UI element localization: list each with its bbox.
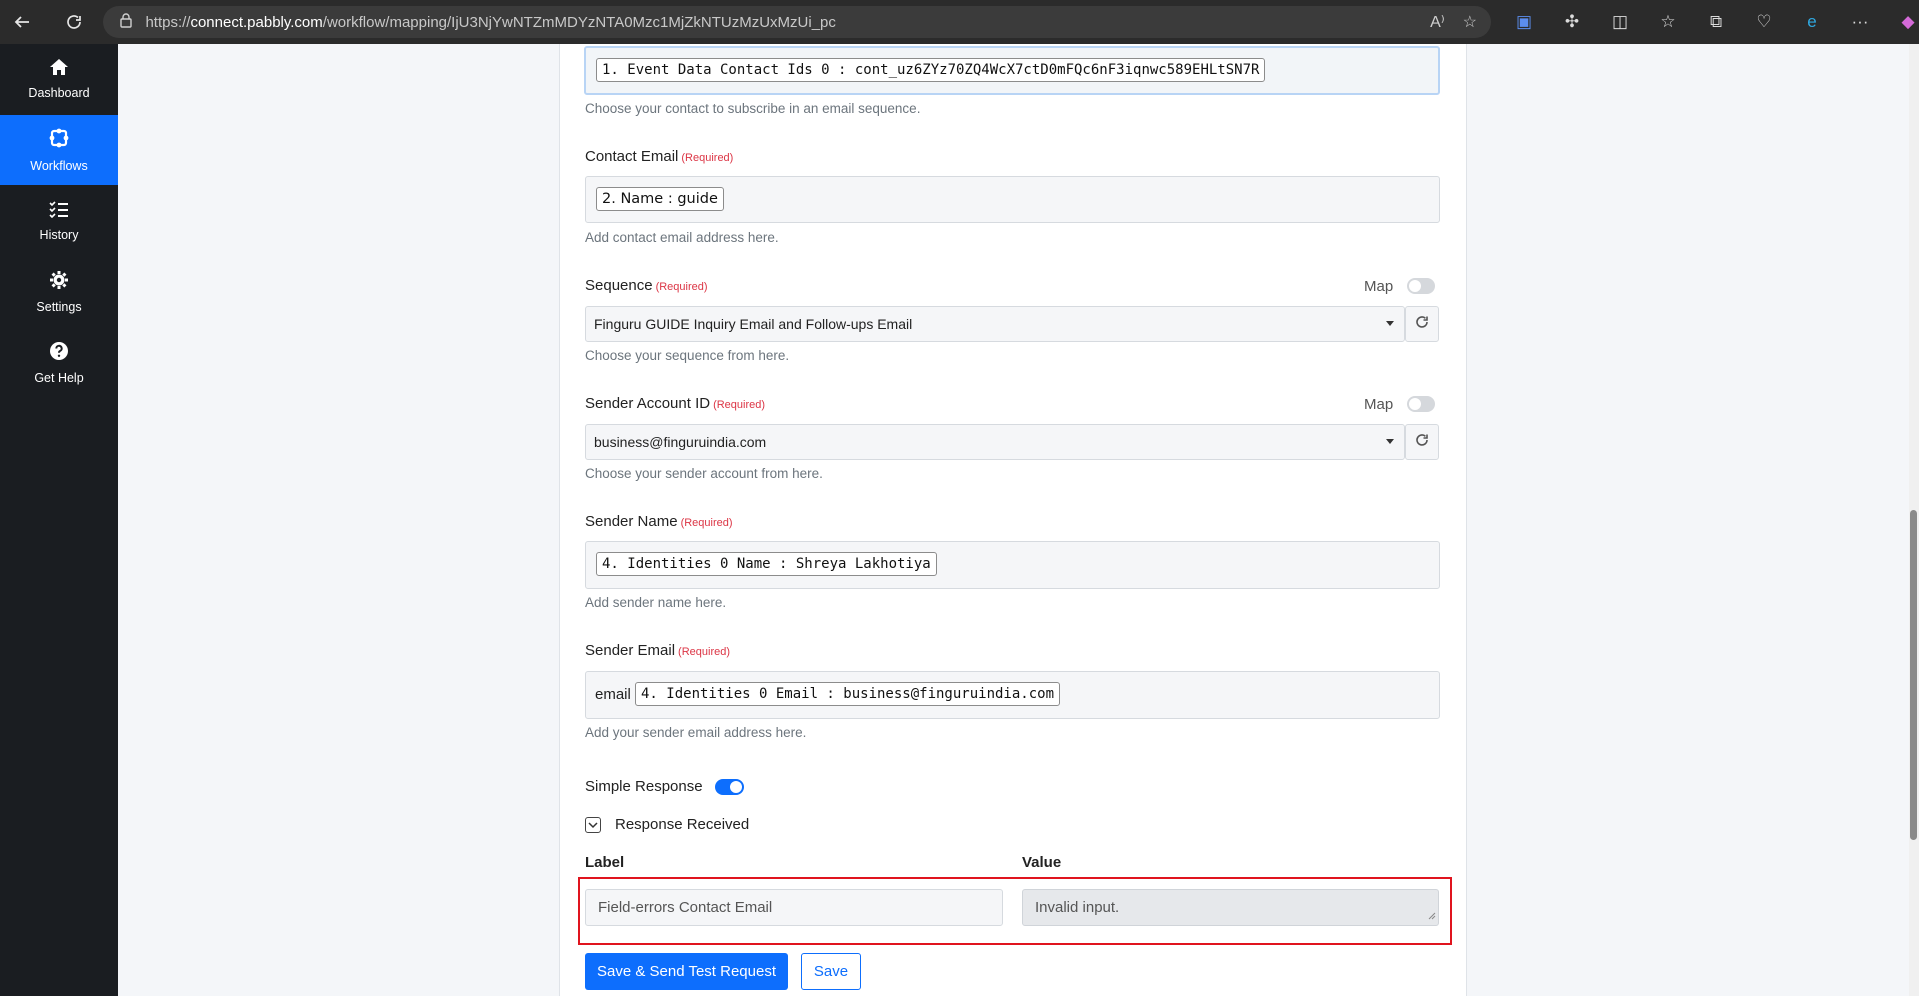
sidebar-item-dashboard[interactable]: Dashboard — [0, 44, 118, 114]
browser-toolbar: https://connect.pabbly.com/workflow/mapp… — [0, 0, 1919, 44]
simple-response-toggle[interactable] — [715, 779, 744, 795]
contact-email-label: Contact Email (Required) — [585, 148, 733, 165]
sender-account-select[interactable]: business@finguruindia.com — [585, 424, 1405, 460]
sequence-map-label: Map — [1364, 278, 1394, 295]
workflow-icon — [48, 127, 70, 153]
sender-name-mapped-chip[interactable]: 4. Identities 0 Name : Shreya Lakhotiya — [596, 552, 937, 576]
scrollbar-thumb[interactable] — [1910, 510, 1917, 840]
edge-extension-icon[interactable]: e — [1801, 11, 1823, 33]
sender-account-map-label: Map — [1364, 396, 1394, 413]
address-bar[interactable]: https://connect.pabbly.com/workflow/mapp… — [103, 6, 1492, 38]
sender-account-refresh-button[interactable] — [1405, 424, 1439, 460]
sidebar: Dashboard Workflows History Settings Get… — [0, 44, 118, 996]
help-icon — [49, 341, 69, 365]
sidebar-item-workflows[interactable]: Workflows — [0, 115, 118, 185]
extensions-puzzle-icon[interactable]: ✣ — [1561, 11, 1583, 33]
sequence-refresh-button[interactable] — [1405, 306, 1439, 342]
response-label-field[interactable]: Field-errors Contact Email — [585, 889, 1003, 926]
sender-email-prefix-text: email — [595, 686, 631, 703]
save-button-label: Save — [813, 963, 849, 980]
sender-email-mapped-chip[interactable]: 4. Identities 0 Email : business@finguru… — [635, 682, 1061, 706]
sender-email-label: Sender Email (Required) — [585, 642, 730, 659]
collections-icon[interactable]: ⧉ — [1705, 11, 1727, 33]
sequence-label: Sequence (Required) — [585, 277, 708, 294]
contact-id-help: Choose your contact to subscribe in an e… — [585, 101, 921, 116]
refresh-icon — [1415, 315, 1429, 334]
simple-response-label: Simple Response — [585, 778, 703, 795]
copilot-icon[interactable]: ◆ — [1897, 11, 1919, 33]
sequence-select[interactable]: Finguru GUIDE Inquiry Email and Follow-u… — [585, 306, 1405, 342]
chevron-down-icon — [1386, 439, 1394, 444]
sender-email-label-text: Sender Email — [585, 642, 676, 659]
history-icon — [49, 200, 69, 222]
sidebar-item-label: History — [39, 228, 79, 242]
required-marker: (Required) — [681, 152, 734, 164]
response-value-text: Invalid input. — [1035, 899, 1120, 916]
response-label-header: Label — [585, 854, 625, 871]
sender-account-map-toggle[interactable] — [1407, 396, 1435, 412]
lock-icon[interactable] — [119, 12, 133, 32]
save-and-send-test-request-button[interactable]: Save & Send Test Request — [585, 953, 788, 990]
browser-essentials-icon[interactable]: ♡ — [1753, 11, 1775, 33]
sidebar-item-get-help[interactable]: Get Help — [0, 328, 118, 398]
sidebar-item-settings[interactable]: Settings — [0, 257, 118, 327]
url-path: /workflow/mapping/IjU3NjYwNTZmMDYzNTA0Mz… — [322, 13, 836, 31]
back-arrow-icon[interactable] — [6, 6, 38, 38]
split-screen-icon[interactable]: ◫ — [1609, 11, 1631, 33]
contact-id-mapped-chip[interactable]: 1. Event Data Contact Ids 0 : cont_uz6ZY… — [596, 58, 1266, 82]
sidebar-item-label: Get Help — [34, 371, 84, 385]
sender-name-label-text: Sender Name — [585, 513, 678, 530]
contact-email-mapped-chip[interactable]: 2. Name : guide — [596, 187, 724, 211]
favorite-star-icon[interactable]: ☆ — [1463, 12, 1477, 32]
sender-name-label: Sender Name (Required) — [585, 513, 733, 530]
response-value-header: Value — [1022, 854, 1062, 871]
sender-name-help: Add sender name here. — [585, 595, 727, 610]
required-marker: (Required) — [678, 646, 731, 658]
sender-account-label-text: Sender Account ID — [585, 395, 711, 412]
sequence-help: Choose your sequence from here. — [585, 348, 790, 363]
favorites-list-icon[interactable]: ☆ — [1657, 11, 1679, 33]
url-host: connect.pabbly.com — [190, 13, 323, 31]
sidebar-item-label: Settings — [36, 300, 82, 314]
translate-extension-icon[interactable]: ▣ — [1513, 11, 1535, 33]
contact-email-help: Add contact email address here. — [585, 230, 779, 245]
response-received-label: Response Received — [615, 816, 750, 833]
sequence-selected-value: Finguru GUIDE Inquiry Email and Follow-u… — [594, 316, 913, 332]
response-label-value: Field-errors Contact Email — [598, 899, 773, 916]
sidebar-item-history[interactable]: History — [0, 186, 118, 256]
refresh-icon — [1415, 433, 1429, 452]
home-icon — [49, 58, 69, 80]
sender-account-label: Sender Account ID (Required) — [585, 395, 765, 412]
sender-email-help: Add your sender email address here. — [585, 725, 807, 740]
save-and-send-label: Save & Send Test Request — [596, 963, 776, 980]
sender-account-help: Choose your sender account from here. — [585, 466, 823, 481]
response-value-field[interactable]: Invalid input. — [1022, 889, 1439, 926]
chevron-down-icon — [588, 816, 598, 834]
required-marker: (Required) — [680, 517, 733, 529]
sidebar-item-label: Workflows — [30, 159, 88, 173]
save-button[interactable]: Save — [801, 953, 861, 990]
sender-account-selected-value: business@finguruindia.com — [594, 434, 767, 450]
required-marker: (Required) — [713, 399, 766, 411]
sidebar-item-label: Dashboard — [28, 86, 90, 100]
chevron-down-icon — [1386, 321, 1394, 326]
gear-icon — [49, 270, 69, 294]
contact-email-label-text: Contact Email — [585, 148, 679, 165]
sequence-map-toggle[interactable] — [1407, 278, 1435, 294]
response-received-collapse-toggle[interactable] — [585, 817, 601, 833]
required-marker: (Required) — [655, 281, 708, 293]
sequence-label-text: Sequence — [585, 277, 653, 294]
read-aloud-icon[interactable]: A⁾ — [1430, 12, 1445, 32]
url-prefix: https:// — [145, 13, 191, 31]
refresh-icon[interactable] — [58, 6, 90, 38]
resize-handle-icon[interactable] — [1428, 907, 1436, 924]
more-options-icon[interactable]: ··· — [1849, 11, 1871, 33]
